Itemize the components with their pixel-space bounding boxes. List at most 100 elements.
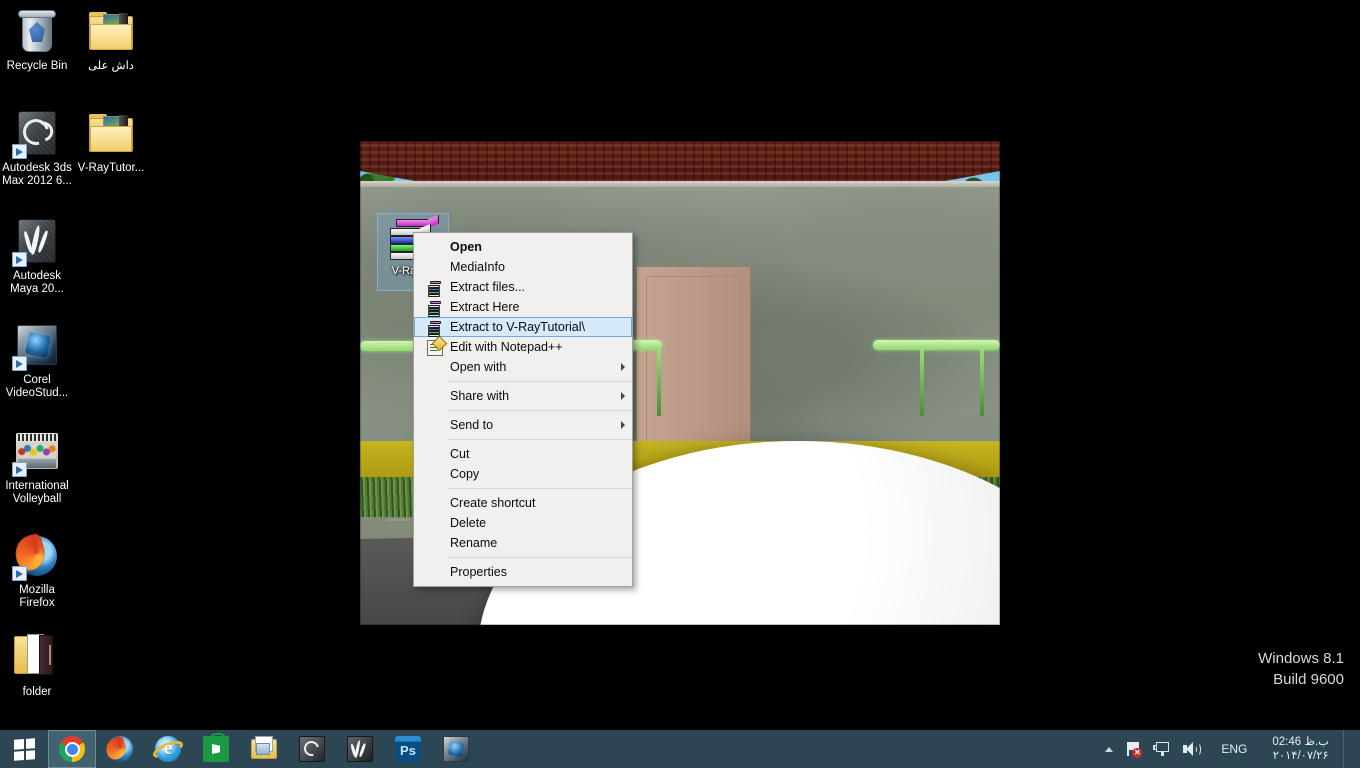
folder-vray-icon: [87, 110, 135, 158]
taskbar[interactable]: ✕ ENG 02:46 ب.ظ ۲۰۱۴/۰۷/۲۶: [0, 730, 1360, 768]
start-button[interactable]: [0, 730, 48, 768]
tray-language-button[interactable]: ENG: [1206, 730, 1262, 768]
system-tray[interactable]: ✕ ENG 02:46 ب.ظ ۲۰۱۴/۰۷/۲۶: [1099, 730, 1360, 768]
taskbar-button-3ds-max[interactable]: [288, 730, 336, 768]
desktop-icon-international-volleyball[interactable]: International Volleyball: [0, 428, 74, 506]
menu-item-label: MediaInfo: [450, 260, 505, 274]
menu-item-edit-with-notepadpp[interactable]: Edit with Notepad++: [414, 337, 632, 357]
tray-clock-button[interactable]: 02:46 ب.ظ ۲۰۱۴/۰۷/۲۶: [1262, 730, 1343, 768]
store-icon: [203, 733, 229, 762]
desktop-icon-3ds-max[interactable]: Autodesk 3ds Max 2012 6...: [0, 110, 74, 188]
corel-icon: [443, 736, 469, 762]
menu-item-open[interactable]: Open: [414, 237, 632, 257]
chrome-icon: [59, 736, 85, 762]
recycle-bin-icon: [13, 8, 61, 56]
railing-post: [920, 346, 924, 416]
desktop-icon-vray-tutorial[interactable]: V-RayTutor...: [74, 110, 148, 175]
tray-volume-button[interactable]: [1176, 730, 1206, 768]
menu-item-label: Open with: [450, 360, 507, 374]
watermark-line-2: Build 9600: [1273, 671, 1344, 688]
menu-item-copy[interactable]: Copy: [414, 464, 632, 484]
windows-logo-icon: [13, 737, 35, 761]
house-door: [636, 266, 751, 466]
desktop-icon-label: Autodesk 3ds Max 2012 6...: [2, 162, 72, 187]
menu-item-label: Create shortcut: [450, 496, 536, 510]
menu-item-share-with[interactable]: Share with: [414, 386, 632, 406]
notepad-plus-plus-icon: [427, 340, 443, 356]
folder-open-icon: [13, 634, 61, 682]
menu-item-label: Copy: [450, 467, 480, 481]
maya-icon: [347, 736, 373, 762]
clock-time: 02:46 ب.ظ: [1272, 736, 1329, 748]
desktop-icon-folder[interactable]: folder: [0, 634, 74, 699]
taskbar-button-file-explorer[interactable]: [240, 730, 288, 768]
menu-item-label: Delete: [450, 516, 487, 530]
menu-separator: [447, 439, 632, 440]
folder-icon: [251, 736, 277, 762]
taskbar-button-corel-videostudio[interactable]: [432, 730, 480, 768]
3ds-max-icon: [299, 736, 325, 762]
menu-item-properties[interactable]: Properties: [414, 562, 632, 582]
menu-item-label: Properties: [450, 565, 507, 579]
menu-item-label: Send to: [450, 418, 494, 432]
menu-item-delete[interactable]: Delete: [414, 513, 632, 533]
menu-separator: [447, 557, 632, 558]
winrar-icon: [427, 300, 443, 317]
autodesk-3ds-max-icon: [12, 110, 61, 159]
menu-item-extract-to-folder[interactable]: Extract to V-RayTutorial\: [414, 317, 632, 337]
folder-pictures-icon: [87, 8, 135, 56]
desktop-icon-label: Corel VideoStud...: [5, 374, 69, 399]
winrar-icon: [427, 320, 443, 337]
tray-network-button[interactable]: [1147, 730, 1176, 768]
winrar-icon: [427, 280, 443, 297]
railing-post: [980, 346, 984, 416]
menu-separator: [447, 410, 632, 411]
context-menu-group: Share with: [414, 384, 632, 408]
menu-item-send-to[interactable]: Send to: [414, 415, 632, 435]
context-menu-group: Cut Copy: [414, 442, 632, 486]
internet-explorer-icon: [150, 736, 186, 762]
desktop-icon-dash-ali[interactable]: داش على: [74, 8, 148, 73]
chevron-up-icon: [1105, 746, 1114, 752]
volume-icon: [1182, 741, 1202, 757]
mozilla-firefox-icon: [10, 532, 61, 581]
taskbar-button-mozilla-firefox[interactable]: [96, 730, 144, 768]
menu-item-mediainfo[interactable]: MediaInfo: [414, 257, 632, 277]
menu-item-label: Edit with Notepad++: [450, 340, 563, 354]
menu-item-open-with[interactable]: Open with: [414, 357, 632, 377]
taskbar-button-internet-explorer[interactable]: [144, 730, 192, 768]
desktop-icon-label: V-RayTutor...: [77, 162, 145, 174]
menu-item-cut[interactable]: Cut: [414, 444, 632, 464]
desktop-icon-label: Autodesk Maya 20...: [10, 270, 64, 295]
taskbar-button-maya[interactable]: [336, 730, 384, 768]
taskbar-button-google-chrome[interactable]: [48, 730, 96, 768]
desktop[interactable]: Recycle Bin داش على Autodesk 3ds Max 201…: [0, 0, 1360, 768]
autodesk-maya-icon: [12, 218, 61, 267]
context-menu-group: Properties: [414, 560, 632, 584]
tray-action-center-button[interactable]: ✕: [1119, 730, 1147, 768]
language-indicator: ENG: [1221, 742, 1248, 756]
chevron-right-icon: [621, 421, 625, 429]
taskbar-button-photoshop[interactable]: [384, 730, 432, 768]
menu-item-extract-files[interactable]: Extract files...: [414, 277, 632, 297]
menu-item-label: Rename: [450, 536, 498, 550]
chevron-right-icon: [621, 363, 625, 371]
menu-item-create-shortcut[interactable]: Create shortcut: [414, 493, 632, 513]
tray-overflow-button[interactable]: [1099, 730, 1119, 768]
show-desktop-button[interactable]: [1343, 730, 1352, 768]
menu-item-extract-here[interactable]: Extract Here: [414, 297, 632, 317]
international-volleyball-icon: [12, 428, 61, 477]
desktop-icon-label: Recycle Bin: [6, 60, 68, 72]
desktop-icon-label: داش على: [88, 60, 134, 72]
menu-item-rename[interactable]: Rename: [414, 533, 632, 553]
desktop-icon-mozilla-firefox[interactable]: Mozilla Firefox: [0, 532, 74, 610]
taskbar-button-windows-store[interactable]: [192, 730, 240, 768]
menu-item-label: Cut: [450, 447, 470, 461]
menu-item-label: Extract files...: [450, 280, 526, 294]
desktop-icon-corel-videostudio[interactable]: Corel VideoStud...: [0, 322, 74, 400]
desktop-icon-recycle-bin[interactable]: Recycle Bin: [0, 8, 74, 73]
context-menu-group: Create shortcut Delete Rename: [414, 491, 632, 555]
file-context-menu[interactable]: Open MediaInfo Extract files... Extract …: [413, 232, 633, 587]
desktop-icon-label: folder: [22, 686, 52, 698]
desktop-icon-maya[interactable]: Autodesk Maya 20...: [0, 218, 74, 296]
